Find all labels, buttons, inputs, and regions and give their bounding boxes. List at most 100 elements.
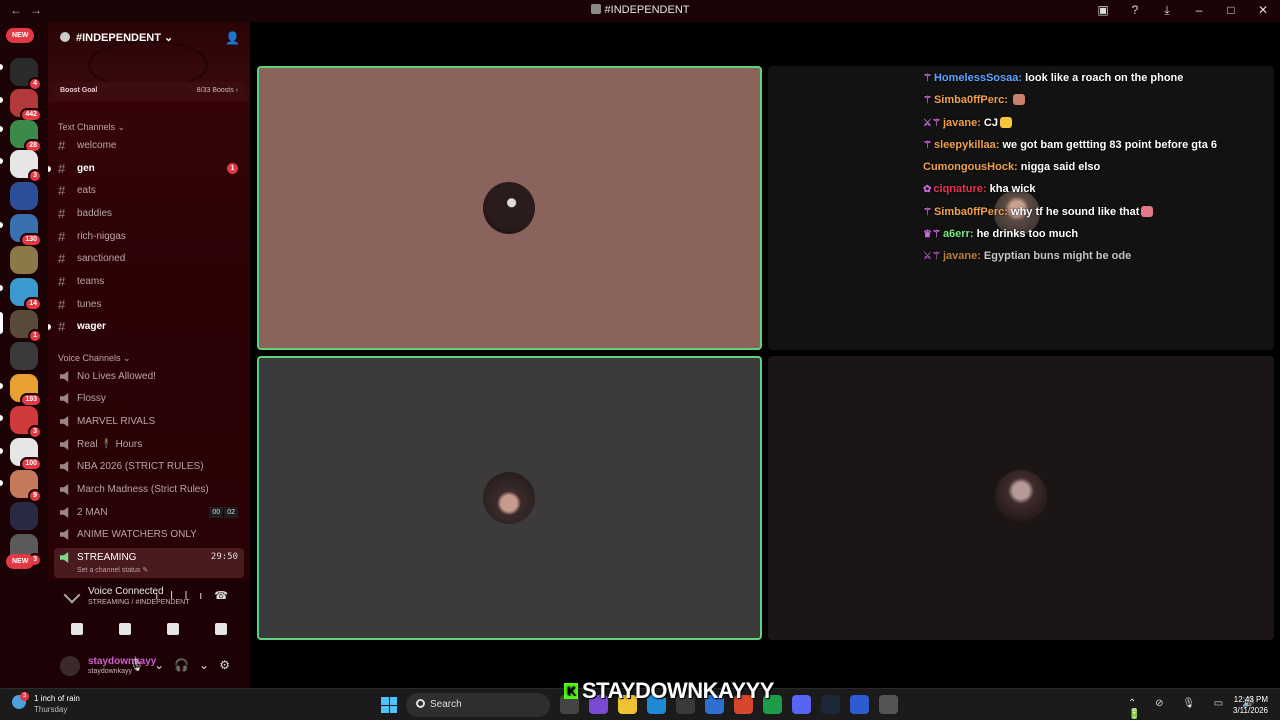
app-icon[interactable] xyxy=(850,695,869,714)
voice-channel-nba-2026[interactable]: NBA 2026 (STRICT RULES) xyxy=(54,457,244,477)
window-title: #INDEPENDENT xyxy=(0,4,1280,16)
server-item[interactable]: 100 xyxy=(10,438,42,471)
server-item[interactable] xyxy=(10,342,38,370)
user-limit: 02 xyxy=(224,507,238,518)
unread-pip xyxy=(0,158,3,164)
chat-username[interactable]: javane: xyxy=(943,250,981,262)
chat-username[interactable]: HomelessSosaa: xyxy=(934,72,1022,84)
channel-sanctioned[interactable]: # sanctioned xyxy=(54,249,244,269)
unread-pip xyxy=(0,222,3,228)
disconnect-icon[interactable]: ☎ xyxy=(214,590,240,602)
clock[interactable]: 12:43 PM 3/11/2026 xyxy=(1233,694,1268,716)
server-item[interactable]: 28 xyxy=(10,120,42,153)
participant-tile[interactable] xyxy=(257,356,762,640)
windows-logo-pane xyxy=(381,705,389,713)
maximize-button[interactable]: □ xyxy=(1224,3,1238,18)
category-label: Voice Channels xyxy=(58,353,121,363)
server-item[interactable]: 130 xyxy=(10,214,42,247)
microphone-icon[interactable]: 🎙⌄ xyxy=(129,658,174,672)
steam-icon[interactable] xyxy=(821,695,840,714)
server-item[interactable]: 1 xyxy=(10,310,42,343)
server-item[interactable] xyxy=(10,246,38,274)
chat-message: ✿ ciqnature: kha wick xyxy=(923,183,1280,205)
speaker-icon xyxy=(60,393,69,404)
server-name[interactable]: #INDEPENDENT ⌄ xyxy=(60,31,173,44)
participant-tile[interactable] xyxy=(768,356,1274,640)
chat-username[interactable]: CumongousHock: xyxy=(923,161,1018,173)
channel-rich-niggas[interactable]: # rich-niggas xyxy=(54,227,244,247)
boost-goal-bar[interactable]: Boost Goal 8/33 Boosts › xyxy=(54,82,244,100)
category-voice-channels[interactable]: Voice Channels ⌄ xyxy=(58,353,131,364)
channel-welcome[interactable]: # welcome xyxy=(54,136,244,156)
unread-pip xyxy=(0,383,3,389)
discord-icon[interactable] xyxy=(792,695,811,714)
inbox-icon[interactable]: ▣ xyxy=(1096,3,1110,18)
avatar[interactable] xyxy=(60,656,80,676)
stream-chat-overlay: ⚚ HomelessSosaa: look like a roach on the… xyxy=(923,72,1280,273)
noise-suppression-icon[interactable]: ıllı xyxy=(155,590,214,602)
server-item[interactable]: 4 xyxy=(10,58,42,91)
server-item[interactable]: 193 xyxy=(10,374,42,407)
chat-username[interactable]: ciqnature: xyxy=(933,183,986,195)
signal-icon[interactable] xyxy=(63,586,81,604)
server-badge: 9 xyxy=(28,489,42,503)
screen-share-icon xyxy=(119,623,131,635)
participant-tile[interactable] xyxy=(257,66,762,350)
voice-status-title[interactable]: Voice Connected xyxy=(88,586,164,597)
taskbar-search[interactable]: Search xyxy=(406,693,550,717)
invite-icon[interactable]: 👤 xyxy=(225,31,240,45)
voice-channel-2-man[interactable]: 2 MAN 00 02 xyxy=(54,503,244,523)
voice-channel-flossy[interactable]: Flossy xyxy=(54,389,244,409)
headphones-icon[interactable]: 🎧⌄ xyxy=(174,658,219,672)
server-item[interactable]: 3 xyxy=(10,150,42,183)
channel-teams[interactable]: # teams xyxy=(54,272,244,292)
voice-channel-streaming[interactable]: STREAMING 29:50 Set a channel status ✎ xyxy=(54,548,244,578)
download-icon[interactable]: ⤓ xyxy=(1160,3,1174,18)
channel-wager[interactable]: # wager xyxy=(48,317,244,337)
soundboard-button[interactable] xyxy=(200,618,242,640)
new-pill[interactable]: NEW xyxy=(6,28,35,43)
chat-username[interactable]: Simba0ffPerc: xyxy=(934,94,1008,106)
channel-eats[interactable]: # eats xyxy=(54,181,244,201)
chat-username[interactable]: javane: xyxy=(943,117,981,129)
start-button[interactable] xyxy=(381,697,397,713)
server-item[interactable] xyxy=(10,502,38,530)
unread-pip xyxy=(0,285,3,291)
settings-gear-icon[interactable]: ⚙ xyxy=(219,658,240,672)
user-username: staydownkayy xyxy=(88,668,132,675)
clock-date: 3/11/2026 xyxy=(1233,706,1268,715)
channel-label: 2 MAN xyxy=(77,507,108,518)
channel-tunes[interactable]: # tunes xyxy=(54,295,244,315)
minimize-button[interactable]: – xyxy=(1192,3,1206,18)
channel-baddies[interactable]: # baddies xyxy=(54,204,244,224)
voice-channel-marvel-rivals[interactable]: MARVEL RIVALS xyxy=(54,412,244,432)
stream-tile[interactable]: ⚚ HomelessSosaa: look like a roach on the… xyxy=(768,66,1274,350)
voice-channel-anime-watchers[interactable]: ANIME WATCHERS ONLY xyxy=(54,525,244,545)
window-controls: ▣ ? ⤓ – □ ✕ xyxy=(1096,3,1270,18)
share-screen-button[interactable] xyxy=(104,618,146,640)
server-item[interactable] xyxy=(10,182,38,210)
channel-status[interactable]: Set a channel status ✎ xyxy=(77,566,148,574)
help-icon[interactable]: ? xyxy=(1128,3,1142,18)
chat-username[interactable]: a6err: xyxy=(943,228,974,240)
obs-icon[interactable] xyxy=(879,695,898,714)
voice-channel-march-madness[interactable]: March Madness (Strict Rules) xyxy=(54,480,244,500)
new-pill[interactable]: NEW xyxy=(6,554,35,569)
server-item[interactable]: 442 xyxy=(10,89,42,122)
server-name-text: #INDEPENDENT xyxy=(76,32,161,44)
server-header[interactable]: #INDEPENDENT ⌄ 👤 Boost Goal 8/33 Boosts … xyxy=(48,22,250,102)
voice-channel-no-lives-allowed[interactable]: No Lives Allowed! xyxy=(54,367,244,387)
server-icon xyxy=(60,32,70,42)
server-item[interactable]: 3 xyxy=(10,406,42,439)
chat-username[interactable]: sleepykillaa: xyxy=(934,139,999,151)
server-item[interactable]: 14 xyxy=(10,278,42,311)
activities-button[interactable] xyxy=(152,618,194,640)
voice-channel-real-hours[interactable]: Real 🕴 Hours xyxy=(54,435,244,455)
category-text-channels[interactable]: Text Channels ⌄ xyxy=(58,122,125,133)
chat-text: look like a roach on the phone xyxy=(1025,72,1184,84)
close-button[interactable]: ✕ xyxy=(1256,3,1270,18)
camera-off-button[interactable] xyxy=(56,618,98,640)
channel-gen[interactable]: # gen 1 xyxy=(48,159,244,179)
server-item[interactable]: 9 xyxy=(10,470,42,503)
chat-username[interactable]: Simba0ffPerc: xyxy=(934,206,1008,218)
